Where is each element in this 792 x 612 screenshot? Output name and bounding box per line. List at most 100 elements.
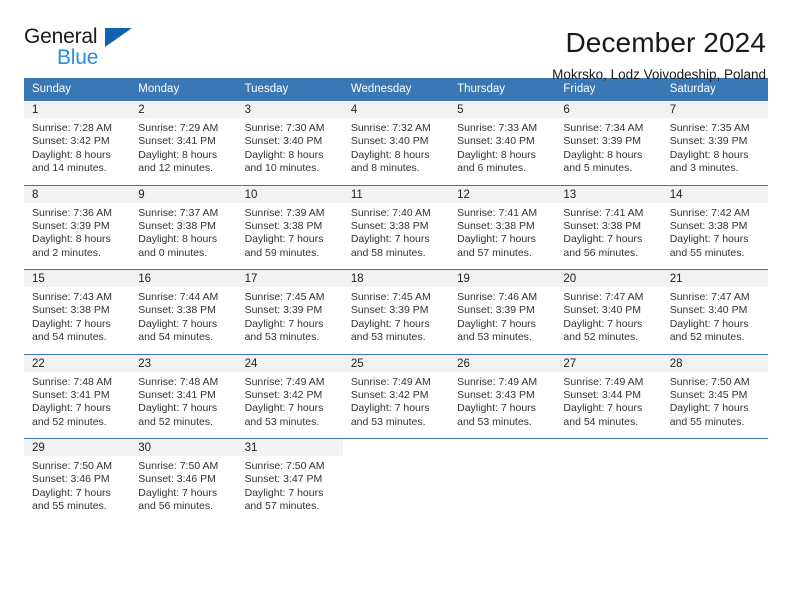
daylight-text-line1: Daylight: 7 hours	[244, 233, 324, 246]
weekday-header-tuesday: Tuesday	[236, 78, 343, 101]
day-cell[interactable]: 12 Sunrise: 7:41 AM Sunset: 3:38 PM Dayl…	[449, 184, 556, 259]
day-details: Sunrise: 7:50 AM Sunset: 3:45 PM Dayligh…	[661, 371, 768, 428]
day-details: Sunrise: 7:28 AM Sunset: 3:42 PM Dayligh…	[24, 118, 131, 174]
day-details: Sunrise: 7:34 AM Sunset: 3:39 PM Dayligh…	[555, 118, 662, 174]
daylight-text-line1: Daylight: 7 hours	[138, 402, 218, 415]
day-cell[interactable]: 10 Sunrise: 7:39 AM Sunset: 3:38 PM Dayl…	[236, 184, 343, 259]
day-cell[interactable]: 4 Sunrise: 7:32 AM Sunset: 3:40 PM Dayli…	[342, 100, 450, 174]
sunset-text: Sunset: 3:40 PM	[457, 135, 535, 148]
daylight-text-line1: Daylight: 7 hours	[32, 317, 111, 330]
daylight-text-line1: Daylight: 7 hours	[669, 402, 749, 415]
day-cell[interactable]: 22 Sunrise: 7:48 AM Sunset: 3:41 PM Dayl…	[24, 353, 131, 428]
daylight-text-line1: Daylight: 7 hours	[32, 486, 111, 499]
day-number	[342, 439, 450, 456]
weekday-header-monday: Monday	[130, 78, 237, 101]
day-cell[interactable]: 1 Sunrise: 7:28 AM Sunset: 3:42 PM Dayli…	[24, 100, 131, 174]
day-number: 29	[24, 439, 131, 456]
calendar-page: General Blue December 2024 Mokrsko, Lodz…	[0, 0, 792, 612]
day-number: 16	[130, 270, 237, 287]
day-details: Sunrise: 7:30 AM Sunset: 3:40 PM Dayligh…	[236, 118, 343, 174]
day-details: Sunrise: 7:44 AM Sunset: 3:38 PM Dayligh…	[130, 287, 237, 343]
sunrise-text: Sunrise: 7:45 AM	[244, 291, 325, 303]
day-cell[interactable]: 7 Sunrise: 7:35 AM Sunset: 3:39 PM Dayli…	[661, 100, 768, 174]
daylight-text-line1: Daylight: 7 hours	[138, 317, 218, 330]
day-cell[interactable]: 24 Sunrise: 7:49 AM Sunset: 3:42 PM Dayl…	[236, 353, 343, 428]
sunrise-text: Sunrise: 7:41 AM	[457, 206, 538, 219]
day-cell[interactable]: 15 Sunrise: 7:43 AM Sunset: 3:38 PM Dayl…	[24, 269, 131, 343]
daylight-text-line1: Daylight: 7 hours	[244, 486, 324, 499]
daylight-text-line1: Daylight: 8 hours	[32, 233, 111, 246]
sunset-text: Sunset: 3:38 PM	[457, 219, 535, 232]
week-row: 8 Sunrise: 7:36 AM Sunset: 3:39 PM Dayli…	[24, 184, 768, 259]
daylight-text-line1: Daylight: 7 hours	[32, 402, 111, 415]
day-cell[interactable]: 25 Sunrise: 7:49 AM Sunset: 3:42 PM Dayl…	[342, 353, 450, 428]
day-cell[interactable]: 16 Sunrise: 7:44 AM Sunset: 3:38 PM Dayl…	[130, 269, 237, 343]
day-cell[interactable]: 9 Sunrise: 7:37 AM Sunset: 3:38 PM Dayli…	[130, 184, 237, 259]
day-cell[interactable]: 30 Sunrise: 7:50 AM Sunset: 3:46 PM Dayl…	[130, 438, 237, 512]
day-number: 1	[24, 101, 131, 118]
sunset-text: Sunset: 3:39 PM	[350, 304, 429, 317]
day-number: 19	[449, 270, 556, 287]
day-number: 3	[236, 101, 343, 118]
day-cell[interactable]: 29 Sunrise: 7:50 AM Sunset: 3:46 PM Dayl…	[24, 438, 131, 512]
daylight-text-line1: Daylight: 8 hours	[138, 148, 218, 161]
day-cell[interactable]: 3 Sunrise: 7:30 AM Sunset: 3:40 PM Dayli…	[236, 100, 343, 174]
sunset-text: Sunset: 3:43 PM	[457, 388, 535, 401]
sunrise-text: Sunrise: 7:33 AM	[457, 122, 538, 134]
day-number: 10	[236, 185, 343, 203]
day-cell-empty	[661, 438, 768, 511]
day-cell[interactable]: 23 Sunrise: 7:48 AM Sunset: 3:41 PM Dayl…	[130, 353, 237, 428]
day-number: 17	[236, 270, 343, 287]
sunset-text: Sunset: 3:41 PM	[138, 135, 216, 148]
daylight-text-line1: Daylight: 8 hours	[563, 148, 643, 161]
day-cell[interactable]: 18 Sunrise: 7:45 AM Sunset: 3:39 PM Dayl…	[342, 269, 450, 343]
day-number: 30	[130, 439, 237, 456]
daylight-text-line1: Daylight: 7 hours	[669, 233, 749, 246]
day-cell[interactable]: 14 Sunrise: 7:42 AM Sunset: 3:38 PM Dayl…	[661, 184, 768, 259]
day-cell[interactable]: 11 Sunrise: 7:40 AM Sunset: 3:38 PM Dayl…	[342, 184, 450, 259]
day-details: Sunrise: 7:41 AM Sunset: 3:38 PM Dayligh…	[449, 202, 556, 259]
day-cell[interactable]: 8 Sunrise: 7:36 AM Sunset: 3:39 PM Dayli…	[24, 184, 131, 259]
day-cell[interactable]: 17 Sunrise: 7:45 AM Sunset: 3:39 PM Dayl…	[236, 269, 343, 343]
week-row: 1 Sunrise: 7:28 AM Sunset: 3:42 PM Dayli…	[24, 100, 768, 174]
day-details: Sunrise: 7:37 AM Sunset: 3:38 PM Dayligh…	[130, 202, 237, 259]
day-cell[interactable]: 21 Sunrise: 7:47 AM Sunset: 3:40 PM Dayl…	[661, 269, 768, 343]
page-header: General Blue December 2024 Mokrsko, Lodz…	[24, 0, 768, 82]
sunrise-text: Sunrise: 7:32 AM	[350, 122, 431, 134]
sunrise-text: Sunrise: 7:34 AM	[563, 122, 644, 134]
sunset-text: Sunset: 3:42 PM	[244, 388, 323, 401]
day-details: Sunrise: 7:50 AM Sunset: 3:46 PM Dayligh…	[24, 456, 131, 512]
logo-primary-text: General	[24, 25, 98, 48]
day-cell[interactable]: 20 Sunrise: 7:47 AM Sunset: 3:40 PM Dayl…	[555, 269, 662, 343]
triangle-icon	[105, 28, 132, 47]
sunset-text: Sunset: 3:40 PM	[244, 135, 323, 148]
day-details: Sunrise: 7:40 AM Sunset: 3:38 PM Dayligh…	[342, 202, 450, 259]
sunrise-text: Sunrise: 7:49 AM	[563, 375, 644, 388]
day-cell[interactable]: 27 Sunrise: 7:49 AM Sunset: 3:44 PM Dayl…	[555, 353, 662, 428]
daylight-text-line1: Daylight: 7 hours	[669, 317, 749, 330]
day-cell[interactable]: 31 Sunrise: 7:50 AM Sunset: 3:47 PM Dayl…	[236, 438, 343, 512]
day-cell[interactable]: 5 Sunrise: 7:33 AM Sunset: 3:40 PM Dayli…	[449, 100, 556, 174]
day-cell[interactable]: 19 Sunrise: 7:46 AM Sunset: 3:39 PM Dayl…	[449, 269, 556, 343]
general-blue-logo[interactable]: General Blue	[24, 26, 144, 76]
day-details: Sunrise: 7:39 AM Sunset: 3:38 PM Dayligh…	[236, 202, 343, 259]
sunrise-text: Sunrise: 7:48 AM	[138, 375, 219, 388]
day-cell[interactable]: 28 Sunrise: 7:50 AM Sunset: 3:45 PM Dayl…	[661, 353, 768, 428]
day-cell[interactable]: 6 Sunrise: 7:34 AM Sunset: 3:39 PM Dayli…	[555, 100, 662, 174]
day-number: 13	[555, 185, 662, 203]
day-details: Sunrise: 7:49 AM Sunset: 3:42 PM Dayligh…	[236, 371, 343, 428]
day-cell[interactable]: 2 Sunrise: 7:29 AM Sunset: 3:41 PM Dayli…	[130, 100, 237, 174]
day-number: 14	[661, 185, 768, 203]
sunrise-text: Sunrise: 7:28 AM	[32, 122, 112, 134]
sunset-text: Sunset: 3:38 PM	[669, 219, 748, 232]
day-number: 2	[130, 101, 237, 118]
day-number: 31	[236, 439, 343, 456]
sunrise-text: Sunrise: 7:37 AM	[138, 206, 219, 219]
sunset-text: Sunset: 3:40 PM	[563, 304, 642, 317]
sunrise-text: Sunrise: 7:44 AM	[138, 291, 219, 303]
sunset-text: Sunset: 3:42 PM	[350, 388, 429, 401]
day-cell[interactable]: 26 Sunrise: 7:49 AM Sunset: 3:43 PM Dayl…	[449, 353, 556, 428]
day-details: Sunrise: 7:50 AM Sunset: 3:47 PM Dayligh…	[236, 456, 343, 512]
daylight-text-line1: Daylight: 7 hours	[350, 402, 430, 415]
day-cell[interactable]: 13 Sunrise: 7:41 AM Sunset: 3:38 PM Dayl…	[555, 184, 662, 259]
